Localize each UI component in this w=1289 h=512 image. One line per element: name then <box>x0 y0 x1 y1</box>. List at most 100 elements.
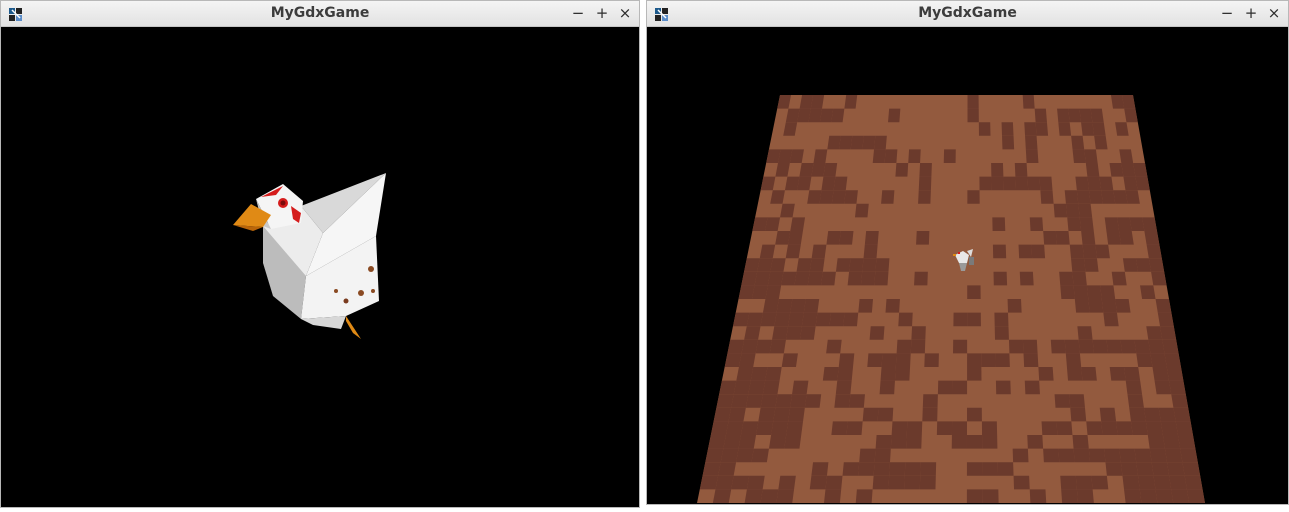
dirt-tile <box>786 421 804 435</box>
dirt-tile <box>1069 244 1084 259</box>
dirt-tile <box>835 258 851 272</box>
dirt-tile <box>858 299 874 313</box>
dirt-tile <box>1135 176 1150 191</box>
window-titlebar[interactable]: MyGdxGame − + × <box>1 1 639 27</box>
dirt-tile <box>1057 108 1070 123</box>
dirt-tile <box>1162 339 1179 354</box>
dirt-tile <box>1146 326 1163 340</box>
dirt-tile <box>1088 448 1106 463</box>
dirt-tile <box>823 163 838 177</box>
dirt-tile <box>741 339 759 354</box>
close-button[interactable]: × <box>1265 4 1283 22</box>
dirt-tile <box>874 135 887 150</box>
dirt-tile <box>981 353 996 367</box>
dirt-tile <box>1143 407 1161 422</box>
dirt-tile <box>785 244 801 259</box>
dirt-tile <box>790 394 807 408</box>
dirt-tile <box>910 339 926 354</box>
dirt-tile <box>1123 367 1141 381</box>
dirt-tile <box>918 190 931 204</box>
dirt-tile <box>770 190 785 204</box>
dirt-tile <box>765 367 782 381</box>
dirt-tile <box>809 258 825 272</box>
dirt-tile <box>1122 258 1138 272</box>
dirt-tile <box>1125 380 1143 395</box>
dirt-tile <box>906 435 922 449</box>
maximize-button[interactable]: + <box>593 4 611 22</box>
close-button[interactable]: × <box>616 4 634 22</box>
dirt-tile <box>1095 244 1110 259</box>
dirt-tile <box>725 421 744 435</box>
dirt-tile <box>873 462 890 476</box>
dirt-tile <box>1060 285 1075 299</box>
dirt-tile <box>746 475 765 490</box>
dirt-tile <box>784 176 800 191</box>
dirt-tile <box>914 271 928 286</box>
dirt-tile <box>854 203 869 218</box>
dirt-tile <box>1136 353 1153 367</box>
dirt-tile <box>1053 203 1068 218</box>
dirt-tile <box>916 231 930 245</box>
dirt-tile <box>708 435 726 449</box>
dirt-tile <box>979 176 992 191</box>
dirt-tile <box>1018 244 1033 259</box>
dirt-tile <box>807 190 822 204</box>
dirt-tile <box>1130 421 1148 435</box>
dirt-tile <box>710 421 729 435</box>
dirt-tile <box>1166 367 1184 381</box>
dirt-tile <box>1099 176 1114 191</box>
dirt-tile <box>953 312 968 327</box>
dirt-tile <box>1055 231 1070 245</box>
dirt-tile <box>850 135 864 150</box>
maximize-button[interactable]: + <box>1242 4 1260 22</box>
dirt-tile <box>1083 258 1099 272</box>
dirt-tile <box>746 312 763 327</box>
dirt-tile <box>888 475 905 490</box>
dirt-tile <box>880 367 896 381</box>
dirt-tile <box>891 421 908 435</box>
dirt-tile <box>837 367 854 381</box>
dirt-tile <box>819 108 834 123</box>
dirt-tile <box>1088 299 1104 313</box>
dirt-tile <box>1105 462 1123 476</box>
dirt-tile <box>738 353 756 367</box>
dirt-tile <box>1158 407 1176 422</box>
dirt-tile <box>760 394 778 408</box>
dirt-tile <box>1012 448 1029 463</box>
dirt-tile <box>751 285 768 299</box>
dirt-tile <box>1078 203 1093 218</box>
dirt-tile <box>953 339 968 354</box>
dirt-tile <box>744 326 761 340</box>
dirt-tile <box>869 326 885 340</box>
dirt-tile <box>1050 339 1066 354</box>
game-viewport[interactable] <box>647 27 1288 504</box>
dirt-tile <box>895 163 909 177</box>
dirt-tile <box>1024 380 1040 395</box>
dirt-tile <box>762 299 779 313</box>
game-window-left[interactable]: MyGdxGame − + × <box>0 0 640 508</box>
dirt-tile <box>877 407 894 422</box>
game-window-right[interactable]: MyGdxGame − + × <box>646 0 1289 505</box>
dirt-tile <box>738 285 755 299</box>
dirt-tile <box>1139 489 1158 503</box>
dirt-tile <box>1072 149 1086 163</box>
dirt-tile <box>1129 407 1146 422</box>
minimize-button[interactable]: − <box>569 4 587 22</box>
dirt-tile <box>733 380 751 395</box>
dirt-tile <box>918 176 932 191</box>
dirt-tile <box>788 407 805 422</box>
dirt-tile <box>966 462 983 476</box>
dirt-tile <box>1086 421 1103 435</box>
dirt-tile <box>1175 421 1193 435</box>
minimize-button[interactable]: − <box>1218 4 1236 22</box>
window-titlebar[interactable]: MyGdxGame − + × <box>647 1 1288 27</box>
dirt-tile <box>799 326 816 340</box>
dirt-tile <box>1136 462 1154 476</box>
game-viewport[interactable] <box>1 27 639 507</box>
dirt-tile <box>936 421 953 435</box>
dirt-tile <box>1029 489 1047 503</box>
dirt-tile <box>1162 435 1181 449</box>
dirt-tile <box>875 258 890 272</box>
dirt-tile <box>736 367 754 381</box>
dirt-tile <box>772 326 789 340</box>
